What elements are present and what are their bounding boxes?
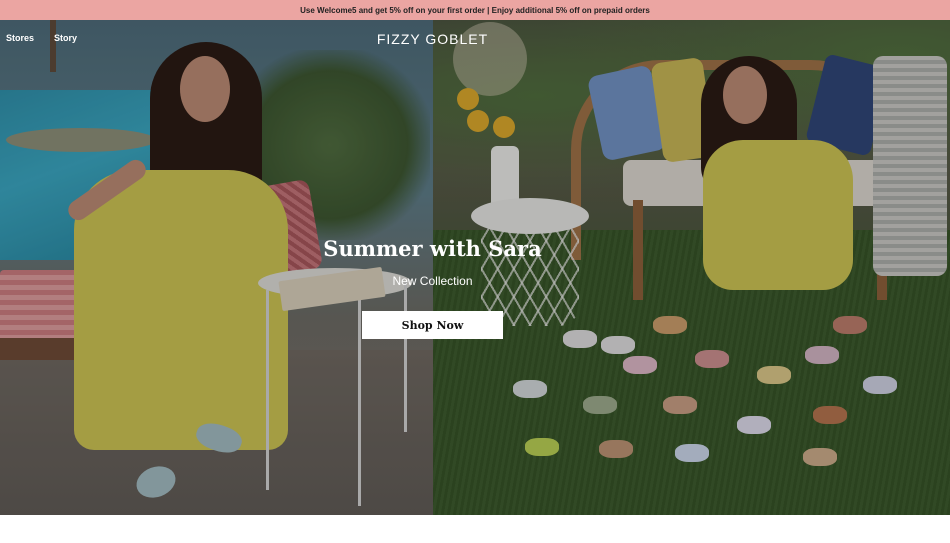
shop-now-button[interactable]: Shop Now: [362, 311, 503, 339]
hero-title: Summer with Sara: [323, 236, 542, 261]
announcement-text: Use Welcome5 and get 5% off on your firs…: [300, 5, 650, 15]
hero-subtitle: New Collection: [392, 274, 473, 288]
hero-banner[interactable]: [0, 20, 950, 515]
image-dim-overlay: [0, 20, 950, 515]
brand-logo[interactable]: FIZZY GOBLET: [0, 31, 865, 47]
announcement-bar: Use Welcome5 and get 5% off on your firs…: [0, 0, 950, 20]
